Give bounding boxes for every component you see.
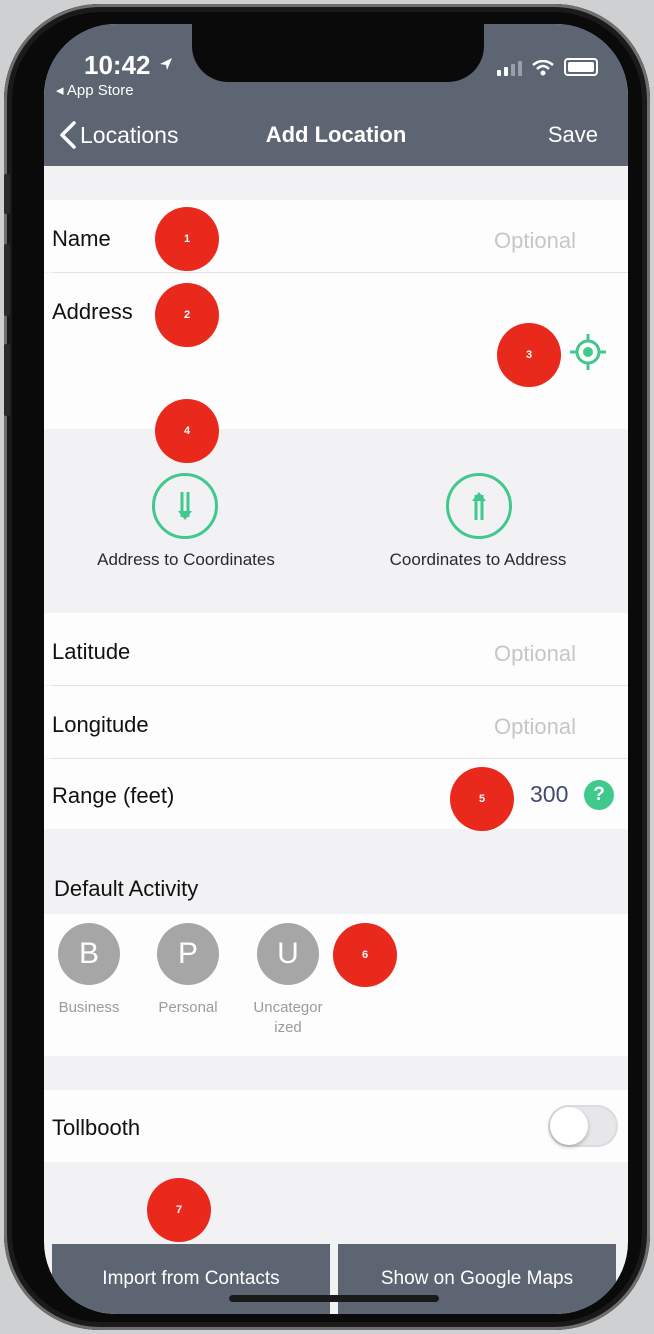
annotation-badge-2: 2	[155, 283, 219, 347]
wifi-icon	[532, 60, 554, 76]
phone-frame: 10:42 ◂ App Store Locations Add Location…	[4, 4, 650, 1330]
address-label: Address	[52, 299, 133, 324]
latitude-field[interactable]: Optional	[494, 641, 576, 667]
arrows-down-icon	[178, 492, 192, 520]
save-button[interactable]: Save	[548, 122, 598, 148]
activity-uncategorized-label: Uncategor ized	[253, 999, 323, 1036]
range-label: Range (feet)	[52, 783, 175, 808]
annotation-badge-5: 5	[450, 767, 514, 831]
show-on-google-maps-button[interactable]: Show on Google Maps	[338, 1244, 616, 1314]
address-to-coordinates-label: Address to Coordinates	[97, 550, 275, 569]
default-activity-header: Default Activity	[54, 876, 199, 901]
coordinates-to-address-button[interactable]	[446, 473, 512, 539]
arrows-up-icon	[472, 492, 486, 520]
address-to-coordinates-button[interactable]	[152, 473, 218, 539]
volume-up-button	[4, 244, 10, 316]
annotation-badge-3: 3	[497, 323, 561, 387]
mute-switch	[4, 174, 10, 214]
home-indicator	[229, 1295, 439, 1302]
tollbooth-toggle[interactable]	[548, 1105, 618, 1147]
battery-icon	[564, 58, 598, 76]
name-label: Name	[52, 226, 111, 251]
activity-business-button[interactable]: B	[58, 923, 120, 985]
latitude-row[interactable]: Latitude Optional	[44, 613, 628, 685]
activity-personal-label: Personal	[158, 999, 218, 1016]
coordinates-to-address-label: Coordinates to Address	[389, 550, 567, 569]
tollbooth-label: Tollbooth	[52, 1115, 141, 1140]
default-activity-row: B Business P Personal U Uncategor ized	[44, 914, 628, 1056]
activity-business-label: Business	[58, 999, 120, 1016]
back-to-app-store[interactable]: ◂ App Store	[56, 81, 134, 99]
annotation-badge-4: 4	[155, 399, 219, 463]
toggle-knob	[550, 1107, 588, 1145]
crosshair-icon[interactable]	[568, 332, 608, 372]
status-time: 10:42	[84, 50, 174, 81]
name-field[interactable]: Optional	[494, 228, 576, 254]
location-arrow-icon	[159, 58, 172, 70]
name-row[interactable]: Name Optional	[44, 200, 628, 272]
status-icons	[497, 58, 598, 76]
tollbooth-row: Tollbooth	[44, 1090, 628, 1162]
annotation-badge-6: 6	[333, 923, 397, 987]
range-row[interactable]: Range (feet) 300 ?	[44, 759, 628, 829]
signal-icon	[497, 61, 522, 76]
import-from-contacts-button[interactable]: Import from Contacts	[52, 1244, 330, 1314]
annotation-badge-1: 1	[155, 207, 219, 271]
range-value[interactable]: 300	[530, 781, 568, 808]
latitude-label: Latitude	[52, 639, 131, 664]
screen: 10:42 ◂ App Store Locations Add Location…	[44, 24, 628, 1314]
longitude-field[interactable]: Optional	[494, 714, 576, 740]
longitude-label: Longitude	[52, 712, 149, 737]
longitude-row[interactable]: Longitude Optional	[44, 686, 628, 758]
activity-personal-button[interactable]: P	[157, 923, 219, 985]
activity-uncategorized-button[interactable]: U	[257, 923, 319, 985]
annotation-badge-7: 7	[147, 1178, 211, 1242]
question-circle-icon[interactable]: ?	[584, 780, 614, 810]
notch	[192, 24, 484, 82]
page-title: Add Location	[265, 122, 407, 147]
volume-down-button	[4, 344, 10, 416]
